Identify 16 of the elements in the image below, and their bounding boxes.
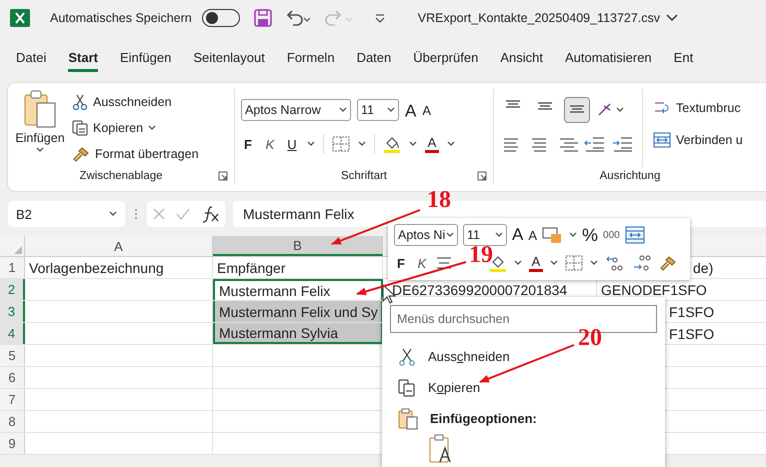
group-label: Schriftart	[340, 170, 387, 182]
menu-heading: Einfügeoptionen:	[430, 411, 537, 426]
cell-text: F1SFO	[669, 326, 714, 342]
cell-text: de)	[693, 260, 714, 276]
autosave-label: Automatisches Speichern	[50, 11, 192, 25]
step-number: 19	[469, 243, 493, 267]
group-label: Zwischenablage	[79, 170, 163, 182]
cell-text: Mustermann Sylvia	[219, 324, 338, 340]
cell-text: GENODEF1SFO	[601, 282, 707, 298]
group-label: Ausrichtung	[600, 170, 660, 182]
cell-text: Mustermann Felix und Sy	[219, 304, 378, 320]
cell-text: Vorlagenbezeichnung	[29, 260, 164, 276]
cell-text: Mustermann Felix	[219, 282, 330, 298]
cell-text: Empfänger	[217, 260, 286, 276]
cell-text: F1SFO	[669, 304, 714, 320]
cell-text: DE62733699200007201834	[392, 282, 568, 298]
